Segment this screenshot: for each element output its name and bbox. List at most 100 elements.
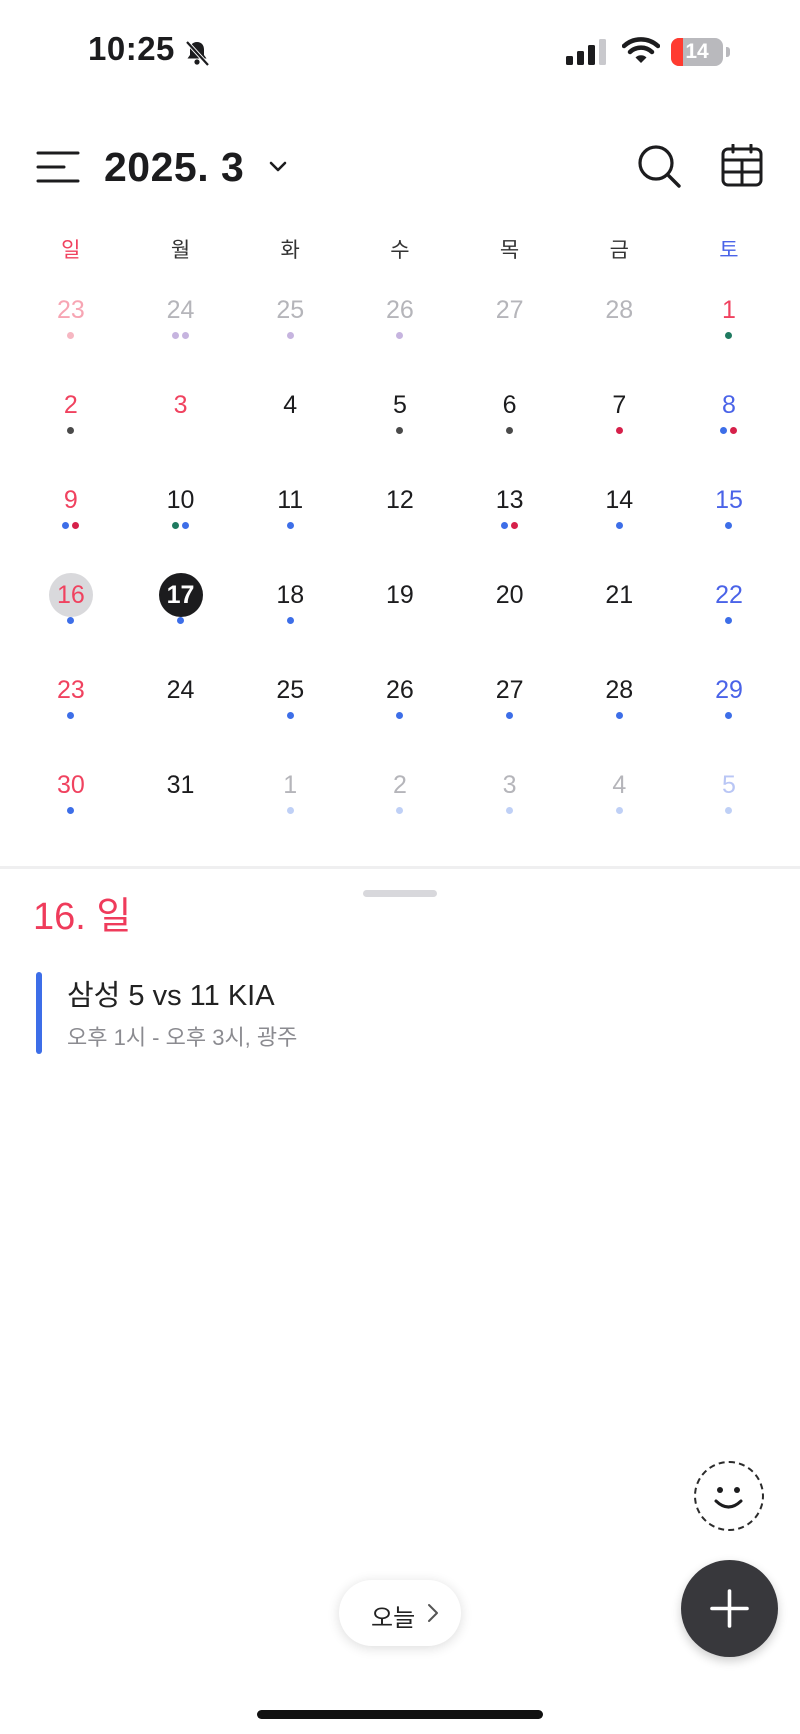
add-event-button[interactable]: [681, 1560, 778, 1657]
calendar-day-cell[interactable]: 22: [674, 567, 784, 662]
sticker-button[interactable]: [694, 1461, 764, 1531]
bell-slash-icon: [185, 40, 210, 67]
event-dots: [564, 712, 674, 724]
calendar-day-cell[interactable]: 1: [235, 757, 345, 852]
event-dots: [126, 427, 236, 439]
weekday-label: 화: [280, 239, 300, 262]
calendar-day-number: 25: [276, 296, 305, 324]
calendar-day-cell[interactable]: 12: [345, 472, 455, 567]
event-title: 삼성 5 vs 11 KIA: [67, 980, 275, 1012]
calendar-day-cell[interactable]: 27: [455, 662, 565, 757]
calendar-day-cell[interactable]: 2: [16, 377, 126, 472]
event-dot: [615, 807, 623, 814]
calendar-day-cell[interactable]: 3: [455, 757, 565, 852]
calendar-day-cell[interactable]: 29: [674, 662, 784, 757]
calendar-day-number: 1: [722, 296, 736, 324]
calendar-day-cell[interactable]: 25: [235, 282, 345, 377]
calendar-day-cell[interactable]: 7: [564, 377, 674, 472]
menu-icon[interactable]: [36, 150, 80, 184]
calendar-day-number: 26: [386, 296, 414, 324]
calendar-day-cell[interactable]: 28: [564, 282, 674, 377]
calendar-day-cell[interactable]: 3: [126, 377, 236, 472]
event-dots: [674, 332, 784, 344]
event-dots: [235, 807, 345, 819]
calendar-day-cell[interactable]: 1: [674, 282, 784, 377]
calendar-day-cell[interactable]: 24: [126, 282, 236, 377]
event-dots: [455, 617, 565, 629]
calendar-week-row: 23 24 25 26 27 28 1: [16, 282, 784, 377]
weekday-label: 월: [170, 239, 191, 262]
event-dot: [506, 712, 514, 719]
calendar-day-cell[interactable]: 4: [564, 757, 674, 852]
event-dot: [396, 807, 404, 814]
event-dots: [126, 807, 236, 819]
calendar-day-cell[interactable]: 10: [126, 472, 236, 567]
calendar-day-number: 3: [173, 391, 188, 419]
event-dots: [345, 427, 455, 439]
calendar-day-cell[interactable]: 4: [235, 377, 345, 472]
event-dot: [501, 522, 509, 529]
signal-icon: [566, 39, 606, 65]
month-title[interactable]: 2025. 3: [104, 144, 244, 191]
event-dot: [615, 427, 623, 434]
event-item[interactable]: 삼성 5 vs 11 KIA 오후 1시 - 오후 3시, 광주: [36, 970, 736, 1056]
calendar-day-number: 23: [56, 676, 85, 704]
calendar-day-cell[interactable]: 9: [16, 472, 126, 567]
calendar-day-cell[interactable]: 20: [455, 567, 565, 662]
calendar-day-cell[interactable]: 23: [16, 662, 126, 757]
search-icon[interactable]: [636, 143, 682, 189]
calendar-day-cell[interactable]: 24: [126, 662, 236, 757]
calendar-day-cell[interactable]: 5: [674, 757, 784, 852]
divider: [0, 866, 800, 869]
calendar-day-number: 8: [722, 391, 736, 419]
event-dot: [720, 427, 728, 434]
event-dot: [67, 712, 75, 719]
calendar-day-cell[interactable]: 26: [345, 662, 455, 757]
weekday-label: 목: [499, 239, 520, 262]
event-dots: [235, 617, 345, 629]
event-dot: [172, 332, 180, 339]
calendar-day-cell[interactable]: 15: [674, 472, 784, 567]
calendar-day-cell[interactable]: 16: [16, 567, 126, 662]
event-dot: [67, 427, 75, 434]
sheet-grabber[interactable]: [363, 890, 437, 897]
calendar-day-cell[interactable]: 17: [126, 567, 236, 662]
calendar-day-cell[interactable]: 21: [564, 567, 674, 662]
calendar-day-cell[interactable]: 25: [235, 662, 345, 757]
event-dots: [345, 332, 455, 344]
calendar-day-cell[interactable]: 19: [345, 567, 455, 662]
calendar-day-cell[interactable]: 31: [126, 757, 236, 852]
calendar-day-number: 4: [612, 771, 627, 799]
event-dots: [235, 522, 345, 534]
chevron-right-icon: [428, 1604, 438, 1622]
calendar-day-number: 24: [166, 676, 195, 704]
event-dots: [564, 522, 674, 534]
event-dots: [235, 332, 345, 344]
calendar-day-cell[interactable]: 13: [455, 472, 565, 567]
calendar-day-cell[interactable]: 23: [16, 282, 126, 377]
calendar-day-number: 29: [715, 676, 743, 704]
event-dot: [506, 807, 514, 814]
calendar-day-cell[interactable]: 6: [455, 377, 565, 472]
calendar-day-cell[interactable]: 5: [345, 377, 455, 472]
calendar-day-cell[interactable]: 14: [564, 472, 674, 567]
event-dot: [725, 522, 733, 529]
calendar-day-cell[interactable]: 27: [455, 282, 565, 377]
calendar-day-number: 22: [715, 581, 743, 609]
event-dots: [455, 522, 565, 534]
calendar-day-number: 9: [63, 486, 78, 514]
calendar-day-cell[interactable]: 11: [235, 472, 345, 567]
calendar-week-row: 9 10 11 12 13 14 15: [16, 472, 784, 567]
calendar-day-cell[interactable]: 18: [235, 567, 345, 662]
calendar-day-cell[interactable]: 8: [674, 377, 784, 472]
today-button[interactable]: 오늘: [339, 1580, 461, 1646]
event-dots: [674, 807, 784, 819]
calendar-day-cell[interactable]: 26: [345, 282, 455, 377]
calendar-day-cell[interactable]: 28: [564, 662, 674, 757]
chevron-down-icon[interactable]: [266, 154, 290, 178]
calendar-day-cell[interactable]: 30: [16, 757, 126, 852]
calendar-grid-icon[interactable]: [720, 144, 764, 188]
calendar-week-row: 30 31 1 2 3 4 5: [16, 757, 784, 852]
event-dots: [16, 617, 126, 629]
calendar-day-cell[interactable]: 2: [345, 757, 455, 852]
